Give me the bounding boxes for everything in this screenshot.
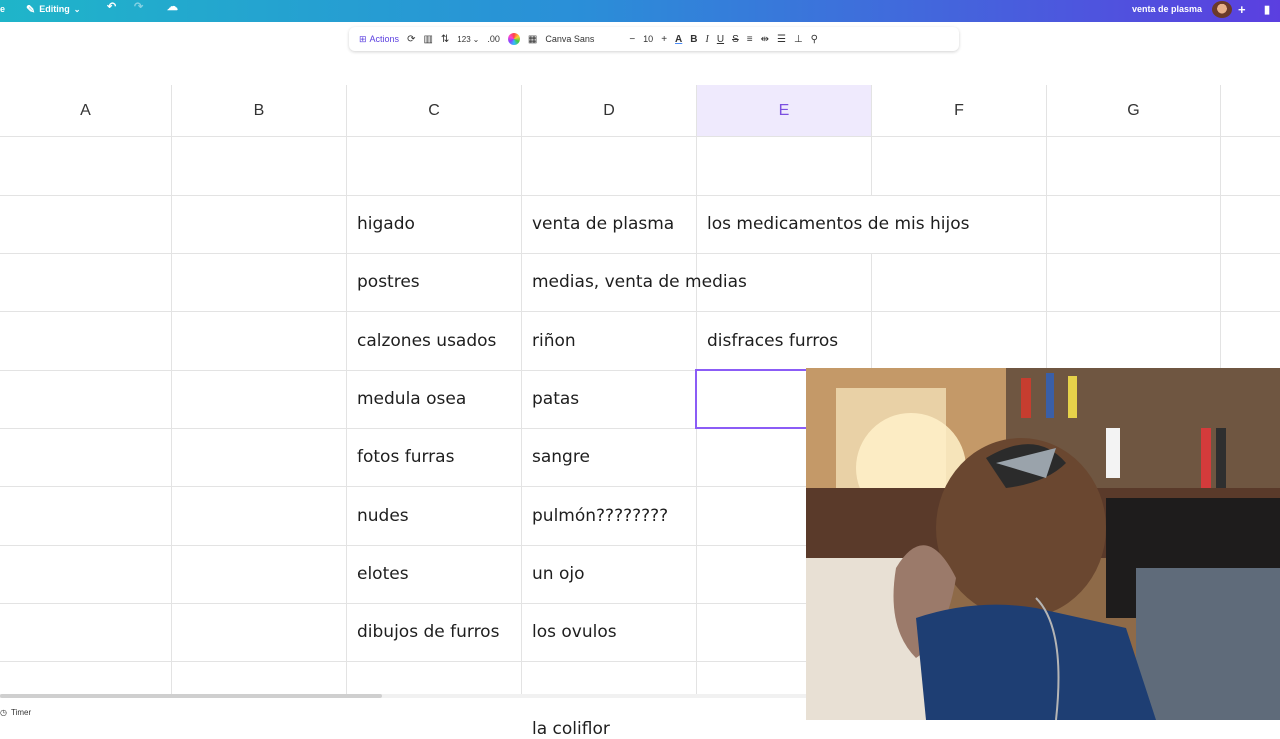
decimal-places-button[interactable]: .00	[483, 29, 504, 49]
webcam-overlay	[806, 368, 1280, 720]
color-wheel-icon	[507, 33, 520, 45]
column-header-b[interactable]: B	[172, 85, 347, 137]
cell-d3[interactable]: medias, venta de medias	[521, 253, 871, 311]
align-left-icon[interactable]: ≡	[743, 29, 757, 49]
column-header-a[interactable]: A	[0, 85, 172, 137]
italic-button[interactable]: I	[702, 29, 713, 49]
editing-label: Editing	[39, 4, 70, 14]
timer-label: Timer	[10, 708, 32, 717]
underline-button[interactable]: U	[713, 29, 728, 49]
cell-c2[interactable]: higado	[346, 195, 521, 253]
paint-format-icon[interactable]: ⚲	[807, 29, 822, 49]
column-header-h-partial[interactable]	[1221, 85, 1280, 137]
webcam-scene	[806, 368, 1280, 720]
grid-line	[1046, 85, 1047, 368]
pencil-icon: ✎	[26, 3, 36, 16]
cell-d4[interactable]: riñon	[521, 311, 696, 370]
cell-d8[interactable]: un ojo	[521, 545, 696, 603]
font-size-decrease-button[interactable]: −	[625, 29, 639, 49]
cell-c5[interactable]: medula osea	[346, 370, 521, 428]
grid-actions-icon: ⊞	[359, 33, 367, 44]
actions-label: Actions	[369, 34, 400, 44]
column-header-e[interactable]: E	[697, 85, 872, 137]
cell-c8[interactable]: elotes	[346, 545, 521, 603]
grid-line	[1220, 85, 1221, 368]
cell-c3[interactable]: postres	[346, 253, 521, 311]
bold-button[interactable]: B	[686, 29, 701, 49]
font-size-value[interactable]: 10	[639, 29, 657, 49]
actions-button[interactable]: ⊞ Actions	[355, 29, 403, 49]
cell-c7[interactable]: nudes	[346, 486, 521, 545]
column-header-f[interactable]: F	[872, 85, 1047, 137]
number-format-dropdown[interactable]: 123 ⌄	[453, 29, 483, 49]
cell-c9[interactable]: dibujos de furros	[346, 603, 521, 661]
insights-icon[interactable]: ▮	[1264, 0, 1270, 18]
grid-line	[871, 85, 872, 137]
avatar[interactable]	[1212, 0, 1232, 18]
cell-d9[interactable]: los ovulos	[521, 603, 696, 661]
add-collaborator-icon[interactable]: +	[1238, 0, 1246, 18]
cell-e2[interactable]: los medicamentos de mis hijos	[696, 195, 1046, 253]
document-title[interactable]: venta de plasma	[1132, 0, 1202, 18]
cell-d5[interactable]: patas	[521, 370, 696, 428]
timer-icon: ◷	[0, 708, 7, 717]
menu-partial-label[interactable]: e	[0, 0, 5, 18]
font-size-increase-button[interactable]: +	[657, 29, 671, 49]
format-toolbar: ⊞ Actions ⟳ ▥ ⇅ 123 ⌄ .00 ▦ Canva Sans −…	[349, 27, 959, 51]
cell-c6[interactable]: fotos furras	[346, 428, 521, 486]
strikethrough-button[interactable]: S	[728, 29, 743, 49]
scrollbar-thumb[interactable]	[0, 694, 382, 698]
editing-mode-button[interactable]: ✎ Editing ⌄	[26, 0, 80, 18]
undo-icon[interactable]: ↶	[107, 0, 116, 18]
text-color-icon[interactable]: A	[671, 29, 686, 49]
fill-color-button[interactable]	[504, 29, 524, 49]
chevron-down-icon: ⌄	[472, 34, 480, 44]
borders-icon[interactable]: ▦	[524, 29, 541, 49]
vertical-align-icon[interactable]: ⊥	[790, 29, 807, 49]
column-header-c[interactable]: C	[347, 85, 522, 137]
column-width-icon[interactable]: ⇹	[757, 29, 773, 49]
column-header-d[interactable]: D	[522, 85, 697, 137]
cell-e4[interactable]: disfraces furros	[696, 311, 871, 370]
refresh-icon[interactable]: ⟳	[403, 29, 419, 49]
cell-c4[interactable]: calzones usados	[346, 311, 521, 370]
app-top-bar: e ✎ Editing ⌄ ↶ ↷ ☁ venta de plasma + ▮	[0, 0, 1280, 22]
column-header-g[interactable]: G	[1047, 85, 1221, 137]
redo-icon[interactable]: ↷	[134, 0, 143, 18]
cell-d6[interactable]: sangre	[521, 428, 696, 486]
font-family-select[interactable]: Canva Sans	[541, 29, 625, 49]
number-format-label: 123	[457, 34, 471, 44]
timer-button[interactable]: ◷ Timer	[0, 708, 31, 717]
chart-table-icon[interactable]: ▥	[419, 29, 436, 49]
cell-d7[interactable]: pulmón????????	[521, 486, 696, 545]
cloud-saved-icon[interactable]: ☁	[167, 0, 178, 18]
bullet-list-icon[interactable]: ☰	[773, 29, 790, 49]
grid-line	[871, 137, 872, 195]
selected-cell-e5[interactable]	[695, 369, 808, 429]
sort-icon[interactable]: ⇅	[437, 29, 453, 49]
chevron-down-icon: ⌄	[73, 4, 81, 14]
cell-d2[interactable]: venta de plasma	[521, 195, 696, 253]
cell-d10-text: la coliflor	[532, 719, 610, 739]
